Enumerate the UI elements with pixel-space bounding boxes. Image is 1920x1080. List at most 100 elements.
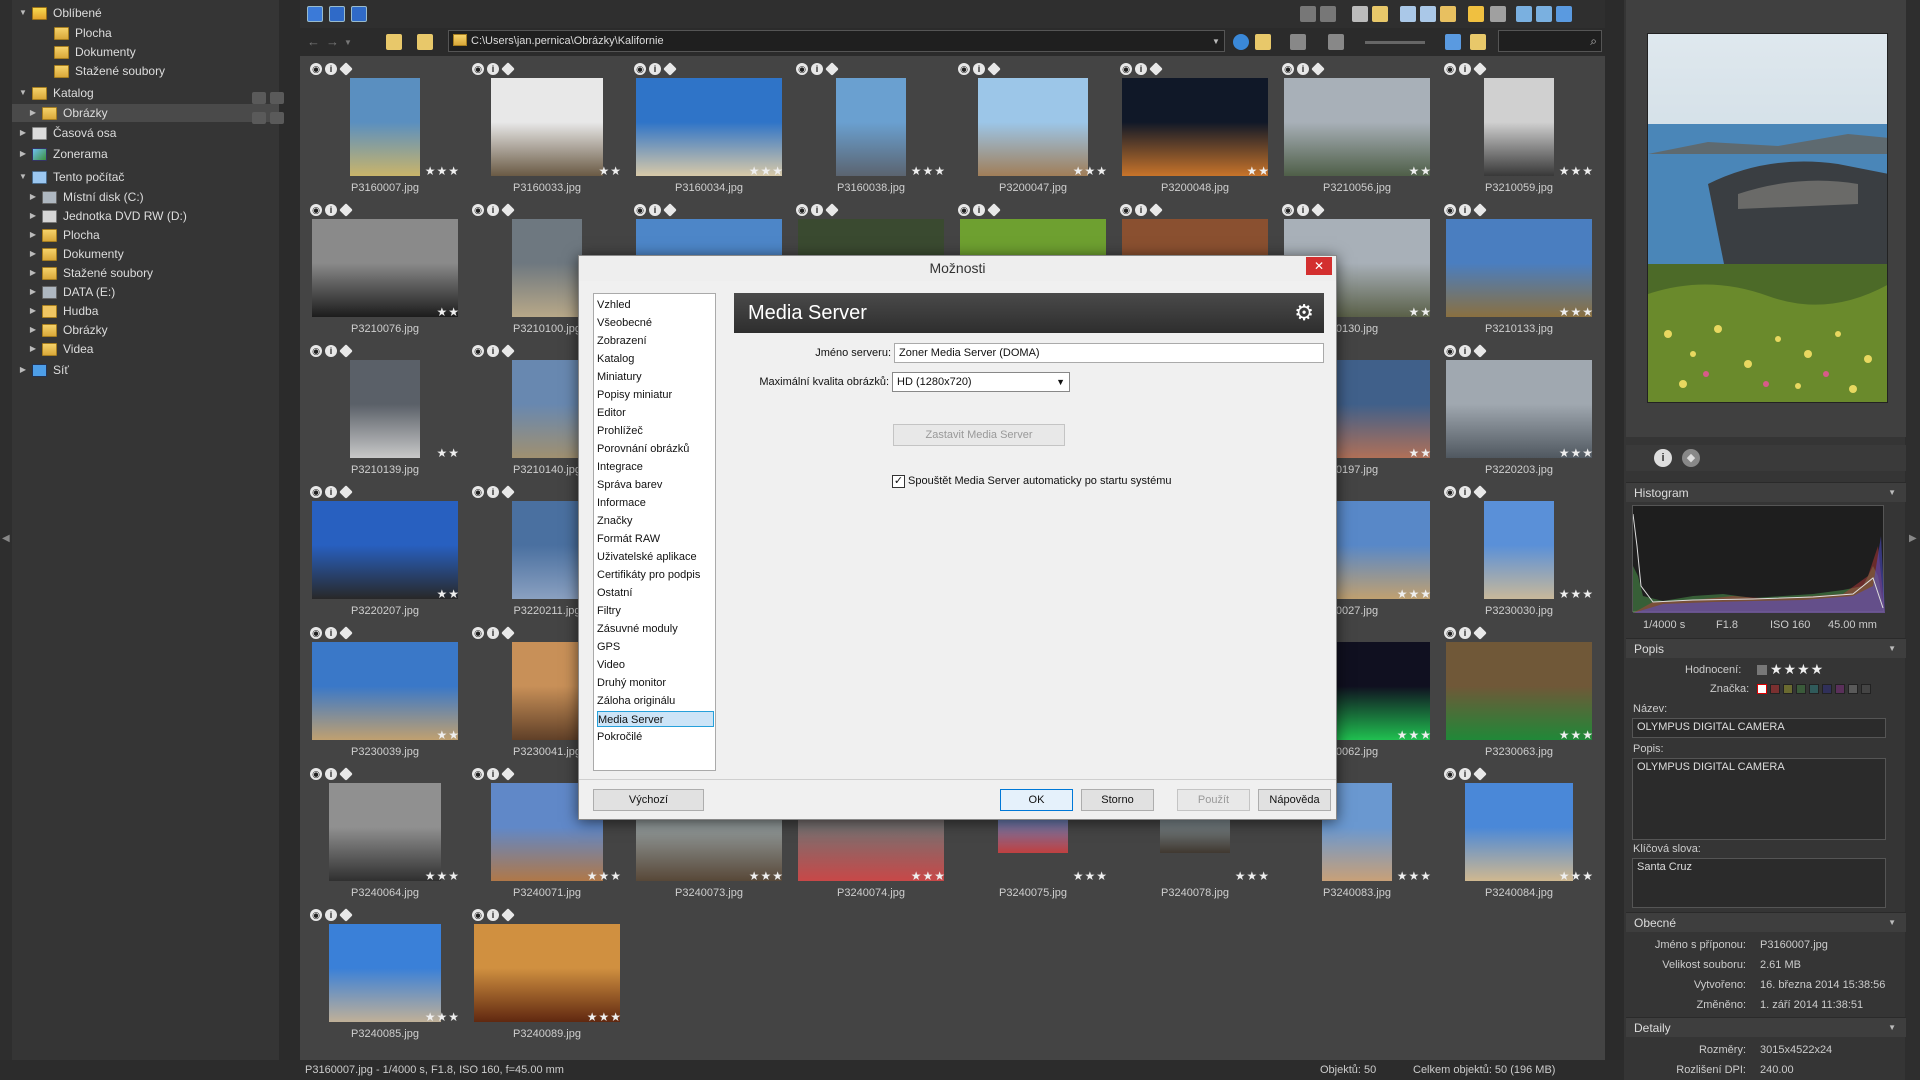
tree-item[interactable]: Dokumenty [12, 43, 279, 61]
thumbnail-cell[interactable]: ◉ i ★★★ P3240064.jpg [304, 765, 466, 906]
cancel-button[interactable]: Storno [1081, 789, 1154, 811]
thumbnail-rating[interactable]: ★★ [436, 446, 460, 460]
rename-icon[interactable] [1468, 6, 1484, 22]
histogram-section-header[interactable]: Histogram ▼ [1626, 482, 1906, 502]
tree-item[interactable]: ▶ DATA (E:) [12, 283, 279, 301]
rating-stars[interactable]: ★★★★ [1770, 661, 1824, 678]
history-dropdown-icon[interactable]: ▼ [344, 38, 352, 47]
thumbnail-cell[interactable]: ◉ i ★★★ P3160007.jpg [304, 60, 466, 201]
thumbnail-image[interactable] [1446, 360, 1592, 458]
tree-item[interactable]: ▶ Dokumenty [12, 245, 279, 263]
collapse-left-arrow-icon[interactable]: ◀ [2, 533, 10, 544]
autostart-checkbox[interactable]: ✓ [892, 475, 905, 488]
thumbnail-rating[interactable]: ★★★ [749, 869, 784, 883]
options-nav-item[interactable]: Miniatury [597, 369, 714, 385]
chevron-down-icon[interactable]: ▼ [1888, 483, 1896, 503]
view-thumbnails-icon[interactable] [307, 6, 323, 22]
details-section-header[interactable]: Detaily ▼ [1626, 1017, 1906, 1037]
tree-item[interactable]: ▶ Místní disk (C:) [12, 188, 279, 206]
thumbnail-rating[interactable]: ★★★ [425, 869, 460, 883]
thumbnail-cell[interactable]: ◉ i ★★ P3210076.jpg [304, 201, 466, 342]
back-arrow-icon[interactable]: ← [307, 34, 320, 49]
thumbnail-rating[interactable]: ★★★ [1073, 164, 1108, 178]
tree-item[interactable]: ▶ Obrázky [12, 321, 279, 339]
filter-icon[interactable] [1445, 34, 1461, 50]
tree-item[interactable]: ▶ Síť [12, 361, 279, 379]
thumbnail-rating[interactable]: ★★ [1408, 446, 1432, 460]
thumbnail-rating[interactable]: ★★★ [1559, 305, 1594, 319]
chevron-down-icon[interactable]: ▼ [18, 4, 28, 22]
thumbnail-cell[interactable]: ◉ i ★★★ P3210059.jpg [1438, 60, 1600, 201]
chevron-right-icon[interactable]: ▶ [28, 226, 38, 244]
chevron-right-icon[interactable]: ▶ [18, 361, 28, 379]
thumbnail-rating[interactable]: ★★★ [587, 869, 622, 883]
thumbnail-cell[interactable]: ◉ i ★★★ P3240084.jpg [1438, 765, 1600, 906]
chevron-down-icon[interactable]: ▼ [18, 168, 28, 186]
thumbnail-image[interactable] [329, 783, 441, 881]
chevron-down-icon[interactable]: ▼ [1888, 913, 1896, 933]
thumbnail-rating[interactable]: ★★★ [1559, 446, 1594, 460]
thumbnail-rating[interactable]: ★★★ [911, 164, 946, 178]
catalog-settings-icon[interactable] [270, 92, 284, 104]
edit-icon[interactable] [1516, 6, 1532, 22]
chevron-right-icon[interactable]: ▶ [28, 207, 38, 225]
open-folder-icon[interactable] [417, 34, 433, 50]
thumbnail-image[interactable] [1122, 78, 1268, 176]
share-icon[interactable] [1536, 6, 1552, 22]
refresh-icon[interactable] [1233, 34, 1249, 50]
thumbnail-image[interactable] [636, 78, 782, 176]
reorder-icon[interactable] [252, 112, 266, 124]
convert-icon[interactable] [1490, 6, 1506, 22]
thumbnail-image[interactable] [312, 642, 458, 740]
folder-settings-icon[interactable] [270, 112, 284, 124]
thumbnail-image[interactable] [350, 78, 420, 176]
tag-gray-swatch[interactable] [1848, 684, 1858, 694]
thumbnail-cell[interactable]: ◉ i ★★ P3160033.jpg [466, 60, 628, 201]
window-b-icon[interactable] [1420, 6, 1436, 22]
thumbnail-rating[interactable]: ★★ [598, 164, 622, 178]
server-name-input[interactable]: Zoner Media Server (DOMA) [894, 343, 1324, 363]
thumbnail-image[interactable] [312, 501, 458, 599]
thumbnail-cell[interactable]: ◉ i ★★ P3210139.jpg [304, 342, 466, 483]
tree-item[interactable]: ▶ Stažené soubory [12, 264, 279, 282]
address-dropdown-icon[interactable]: ▼ [1212, 37, 1220, 46]
chevron-right-icon[interactable]: ▶ [18, 145, 28, 163]
tag-purple-swatch[interactable] [1835, 684, 1845, 694]
options-nav-item[interactable]: Uživatelské aplikace [597, 549, 714, 565]
chevron-down-icon[interactable]: ▼ [18, 84, 28, 102]
chevron-right-icon[interactable]: ▶ [28, 283, 38, 301]
print-icon[interactable] [1352, 6, 1368, 22]
thumbnail-rating[interactable]: ★★ [1246, 164, 1270, 178]
thumb-size-slider[interactable] [1365, 41, 1425, 44]
right-edge-strip[interactable]: ▶ [1905, 0, 1920, 1080]
chevron-right-icon[interactable]: ▶ [28, 340, 38, 358]
thumbnail-cell[interactable]: ◉ i ★★★ P3240085.jpg [304, 906, 466, 1047]
options-nav-item[interactable]: Správa barev [597, 477, 714, 493]
email-icon[interactable] [1372, 6, 1388, 22]
thumbnail-rating[interactable]: ★★★ [1559, 728, 1594, 742]
thumbnail-rating[interactable]: ★★★ [1397, 869, 1432, 883]
tag-blue-swatch[interactable] [1822, 684, 1832, 694]
options-nav-item[interactable]: Záloha originálu [597, 693, 714, 709]
options-nav-item[interactable]: Druhý monitor [597, 675, 714, 691]
window-a-icon[interactable] [1400, 6, 1416, 22]
thumbnail-cell[interactable]: ◉ i ★★ P3210056.jpg [1276, 60, 1438, 201]
thumbnail-image[interactable] [512, 501, 582, 599]
layout-icon[interactable] [1320, 6, 1336, 22]
thumbnail-image[interactable] [512, 219, 582, 317]
thumbnail-rating[interactable]: ★★ [1408, 305, 1432, 319]
chevron-right-icon[interactable]: ▶ [18, 124, 28, 142]
chevron-right-icon[interactable]: ▶ [28, 321, 38, 339]
options-nav-item[interactable]: Prohlížeč [597, 423, 714, 439]
sort-icon[interactable] [1300, 6, 1316, 22]
thumbnail-image[interactable] [1284, 78, 1430, 176]
rating-clear-icon[interactable] [1757, 665, 1767, 675]
bookmark-folder-icon[interactable] [1255, 34, 1271, 50]
thumbnail-image[interactable] [836, 78, 906, 176]
desc-field[interactable]: OLYMPUS DIGITAL CAMERA [1632, 758, 1886, 840]
options-nav-item[interactable]: Zobrazení [597, 333, 714, 349]
tag-tab-icon[interactable]: ◆ [1682, 449, 1700, 467]
thumbnail-cell[interactable]: ◉ i ★★★ P3210133.jpg [1438, 201, 1600, 342]
thumbnail-image[interactable] [491, 78, 603, 176]
thumbnail-cell[interactable]: ◉ i ★★★ P3220203.jpg [1438, 342, 1600, 483]
